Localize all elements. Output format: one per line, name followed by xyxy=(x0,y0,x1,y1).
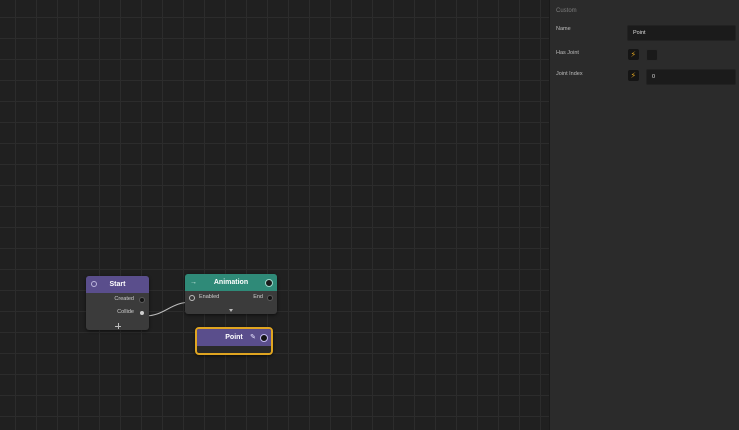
output-label: End xyxy=(253,294,263,300)
output-pin-created[interactable] xyxy=(139,296,145,303)
node-animation[interactable]: → Animation Enabled End xyxy=(185,274,277,314)
node-start-output-created: Created xyxy=(86,293,149,306)
output-label: Collide xyxy=(117,309,134,315)
input-label: Enabled xyxy=(199,294,220,300)
input-pin-enabled[interactable] xyxy=(189,295,195,301)
arrow-icon: → xyxy=(190,279,197,286)
node-animation-title: Animation xyxy=(213,279,249,286)
graph-canvas[interactable]: Start Created Collide → Animation Enable… xyxy=(0,0,549,430)
node-animation-header[interactable]: → Animation xyxy=(185,274,277,291)
chevron-down-icon[interactable] xyxy=(229,309,233,312)
node-animation-row: Enabled End xyxy=(185,291,277,305)
bolt-icon: ⚡ xyxy=(630,71,637,80)
has-joint-checkbox[interactable] xyxy=(646,49,658,61)
joint-index-field[interactable]: 0 xyxy=(646,69,736,85)
pencil-icon[interactable]: ✎ xyxy=(250,329,256,346)
node-point-title: Point xyxy=(225,334,243,341)
circle-icon xyxy=(91,281,97,287)
node-editor-app: Start Created Collide → Animation Enable… xyxy=(0,0,739,430)
output-pin-collide[interactable] xyxy=(140,310,144,315)
node-start-header[interactable]: Start xyxy=(86,276,149,293)
inspector-panel: Custom Name Point Has Joint ⚡ Joint Inde… xyxy=(549,0,739,430)
header-output-pin[interactable] xyxy=(265,278,273,287)
has-joint-bind-toggle[interactable]: ⚡ xyxy=(628,49,639,60)
joint-index-label: Joint Index xyxy=(556,71,583,77)
section-title: Custom xyxy=(556,8,577,14)
node-point-header[interactable]: Point ✎ xyxy=(197,329,271,346)
node-start-title: Start xyxy=(109,281,126,288)
has-joint-label: Has Joint xyxy=(556,50,579,56)
output-label: Created xyxy=(114,296,134,302)
joint-index-bind-toggle[interactable]: ⚡ xyxy=(628,70,639,81)
node-start[interactable]: Start Created Collide xyxy=(86,276,149,330)
plus-icon[interactable] xyxy=(115,323,121,329)
output-pin-end[interactable] xyxy=(267,295,273,301)
bolt-icon: ⚡ xyxy=(630,50,637,59)
name-label: Name xyxy=(556,26,571,32)
node-point[interactable]: Point ✎ xyxy=(195,327,273,355)
wires-layer xyxy=(144,301,193,317)
header-output-pin[interactable] xyxy=(260,333,268,342)
node-start-output-collide: Collide xyxy=(86,306,149,319)
name-field[interactable]: Point xyxy=(627,25,736,41)
